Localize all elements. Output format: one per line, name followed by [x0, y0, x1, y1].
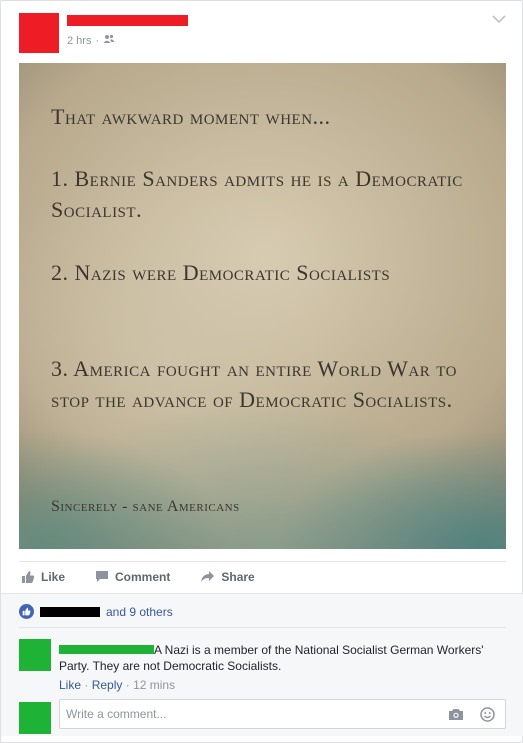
likes-summary[interactable]: and 9 others [19, 604, 173, 619]
write-comment-input[interactable]: Write a comment... [59, 699, 506, 729]
image-title: That awkward moment when... [51, 104, 331, 129]
like-reaction-icon [19, 604, 34, 619]
author-name-redacted[interactable] [67, 15, 188, 26]
friends-icon[interactable] [103, 34, 115, 47]
image-line-3: 3. America fought an entire World War to… [51, 356, 457, 412]
comment-meta-separator: · [84, 678, 89, 692]
comment-label: Comment [115, 569, 171, 584]
others-count[interactable]: and 9 others [106, 605, 173, 619]
share-label: Share [221, 569, 255, 584]
post-meta: 2 hrs · [67, 34, 115, 47]
share-arrow-icon [200, 570, 215, 583]
comment-meta-separator: · [125, 678, 130, 692]
chevron-down-icon[interactable] [492, 13, 506, 24]
share-button[interactable]: Share [200, 569, 255, 584]
image-signature: Sincerely - sane Americans [51, 498, 240, 515]
author-avatar[interactable] [19, 13, 59, 53]
comment-meta: Like · Reply · 12 mins [59, 678, 175, 692]
post-image[interactable]: That awkward moment when... 1. Bernie Sa… [19, 63, 506, 549]
comment-reply-link[interactable]: Reply [92, 678, 123, 692]
liker-name-redacted[interactable] [40, 606, 100, 617]
like-label: Like [41, 569, 66, 584]
post-actions: Like Comment Share [19, 561, 506, 591]
post-card: 2 hrs · That awkward moment when... 1. B… [0, 0, 523, 743]
comment-like-link[interactable]: Like [59, 678, 81, 692]
write-comment-placeholder: Write a comment... [66, 707, 167, 721]
post-timestamp[interactable]: 2 hrs [67, 35, 91, 47]
comment-button[interactable]: Comment [95, 570, 170, 584]
camera-icon[interactable] [448, 707, 464, 725]
image-line-2: 2. Nazis were Democratic Socialists [51, 260, 391, 285]
comment-icon [95, 570, 109, 583]
meta-separator: · [95, 34, 100, 47]
commenter-name-redacted[interactable] [59, 645, 154, 654]
comment: A Nazi is a member of the National Socia… [59, 642, 499, 674]
like-button[interactable]: Like [21, 570, 65, 584]
commenter-avatar[interactable] [19, 639, 51, 671]
emoji-icon[interactable] [480, 707, 495, 725]
current-user-avatar [19, 702, 51, 734]
comment-time[interactable]: 12 mins [133, 678, 175, 692]
divider [19, 627, 506, 628]
thumbs-up-icon [21, 570, 35, 584]
comments-section: and 9 others A Nazi is a member of the N… [1, 593, 523, 736]
image-line-1: 1. Bernie Sanders admits he is a Democra… [51, 166, 463, 222]
